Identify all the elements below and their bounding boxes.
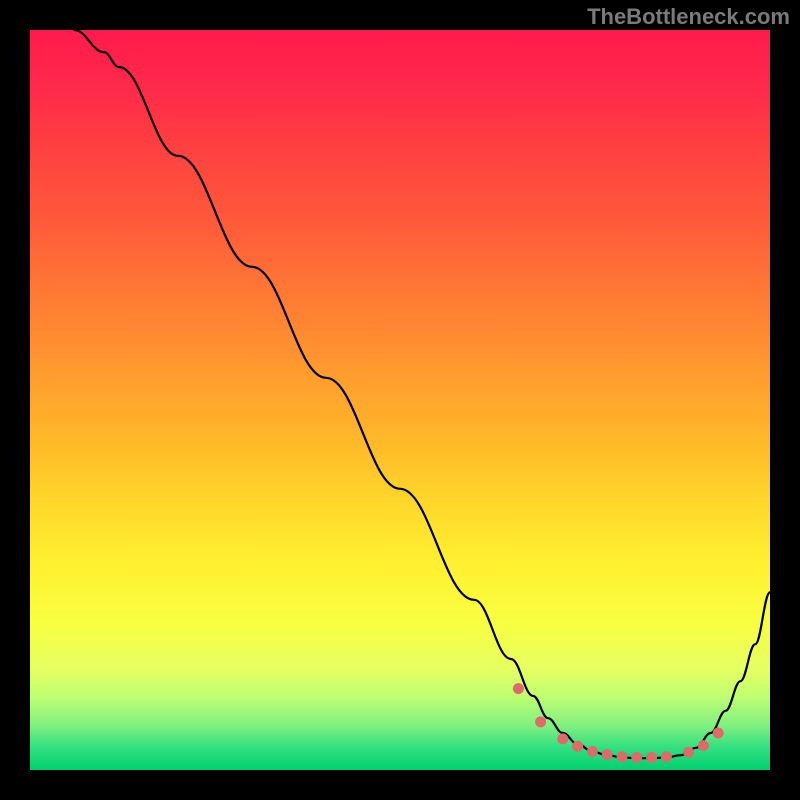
marker-dot <box>661 751 672 762</box>
marker-dot <box>535 716 546 727</box>
marker-dot <box>602 749 613 760</box>
marker-dot <box>631 752 642 763</box>
marker-dot <box>587 746 598 757</box>
marker-dot <box>646 752 657 763</box>
marker-dot <box>713 728 724 739</box>
chart-svg <box>30 30 770 770</box>
watermark-text: TheBottleneck.com <box>587 4 790 30</box>
marker-dot <box>557 733 568 744</box>
chart-container: TheBottleneck.com <box>0 0 800 800</box>
marker-dots <box>513 683 724 763</box>
marker-dot <box>683 747 694 758</box>
bottleneck-curve <box>74 30 770 758</box>
marker-dot <box>617 751 628 762</box>
marker-dot <box>572 741 583 752</box>
marker-dot <box>513 683 524 694</box>
plot-area <box>30 30 770 770</box>
marker-dot <box>698 740 709 751</box>
